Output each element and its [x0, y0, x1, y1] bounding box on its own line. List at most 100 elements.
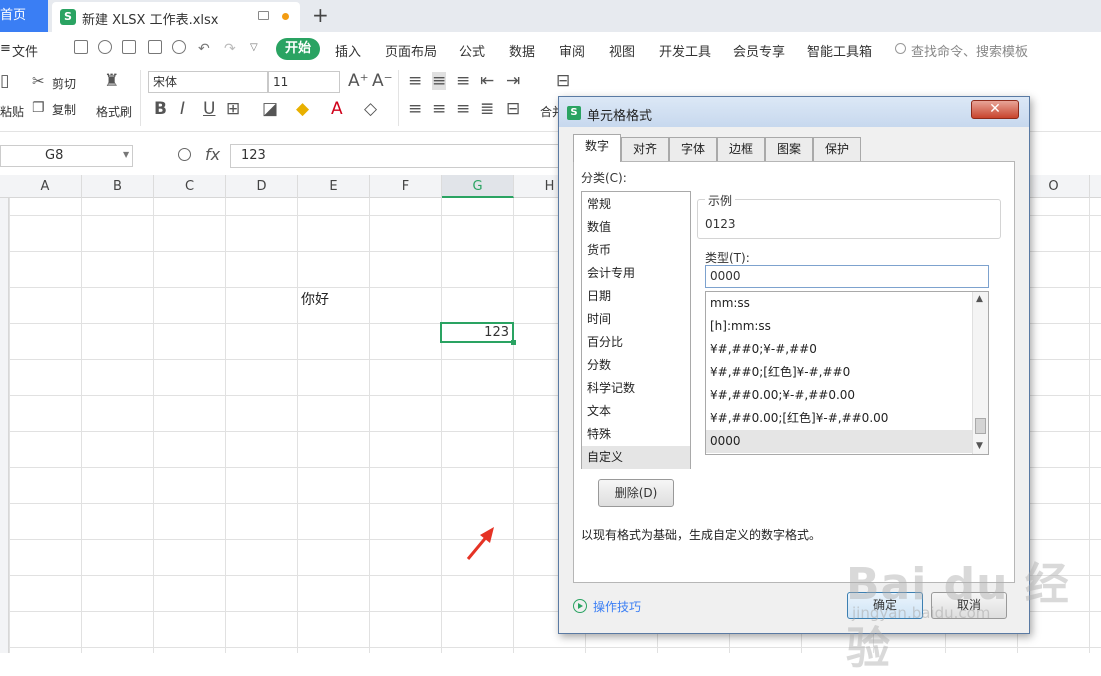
zoom-icon[interactable]: [178, 148, 191, 161]
column-header[interactable]: B: [82, 175, 154, 198]
scroll-up-icon[interactable]: ▲: [976, 294, 983, 304]
align-top-icon[interactable]: ≡: [408, 72, 422, 90]
list-item[interactable]: [h]:mm:ss: [706, 315, 972, 338]
outdent-icon[interactable]: ⇤: [480, 72, 494, 90]
list-item[interactable]: 文本: [582, 400, 690, 423]
tab-pattern[interactable]: 图案: [765, 137, 813, 161]
bold-icon[interactable]: B: [154, 100, 167, 118]
menu-smart-tools[interactable]: 智能工具箱: [807, 41, 872, 60]
list-item[interactable]: 日期: [582, 285, 690, 308]
menu-formulas[interactable]: 公式: [459, 41, 485, 60]
menu-review[interactable]: 审阅: [559, 41, 585, 60]
menu-icon[interactable]: ≡: [0, 41, 11, 56]
border-icon[interactable]: ⊞: [226, 100, 240, 118]
tab-protection[interactable]: 保护: [813, 137, 861, 161]
column-header[interactable]: E: [298, 175, 370, 198]
column-header[interactable]: A: [9, 175, 82, 198]
font-size-select[interactable]: 11: [268, 71, 340, 93]
align-center-icon[interactable]: ≡: [432, 100, 446, 118]
format-painter-button[interactable]: 格式刷: [96, 103, 132, 120]
name-box[interactable]: G8: [0, 145, 133, 167]
align-bottom-icon[interactable]: ≡: [456, 72, 470, 90]
cell-text[interactable]: 你好: [301, 289, 329, 309]
justify-icon[interactable]: ≣: [480, 100, 494, 118]
list-item[interactable]: 分数: [582, 354, 690, 377]
clear-icon[interactable]: ◇: [364, 100, 377, 118]
scrollbar[interactable]: ▲ ▼: [972, 292, 988, 454]
list-item[interactable]: 特殊: [582, 423, 690, 446]
type-input[interactable]: 0000: [705, 265, 989, 288]
new-file-icon[interactable]: [74, 40, 88, 54]
decrease-font-icon[interactable]: A⁻: [372, 72, 393, 90]
monitor-icon[interactable]: [258, 11, 269, 20]
paste-icon[interactable]: ▯: [0, 72, 9, 90]
tab-border[interactable]: 边框: [717, 137, 765, 161]
list-item[interactable]: mm:ss: [706, 292, 972, 315]
list-item[interactable]: 数值: [582, 216, 690, 239]
merge-icon[interactable]: ⊟: [556, 72, 570, 90]
font-color-icon[interactable]: A: [331, 100, 343, 118]
scroll-thumb[interactable]: [975, 418, 986, 434]
fill-color-icon[interactable]: ◆: [296, 100, 309, 118]
undo-icon[interactable]: ↶: [198, 41, 210, 57]
list-item[interactable]: ¥#,##0;¥-#,##0: [706, 338, 972, 361]
list-item-selected[interactable]: 自定义: [582, 446, 690, 469]
list-item[interactable]: 时间: [582, 308, 690, 331]
font-name-select[interactable]: 宋体: [148, 71, 268, 93]
cell-style-icon[interactable]: ◪: [262, 100, 278, 118]
document-tab[interactable]: S 新建 XLSX 工作表.xlsx: [52, 2, 300, 32]
align-right-icon[interactable]: ≡: [456, 100, 470, 118]
menu-developer[interactable]: 开发工具: [659, 41, 711, 60]
print-preview-icon[interactable]: [172, 40, 186, 54]
menu-page-layout[interactable]: 页面布局: [385, 41, 437, 60]
formula-input[interactable]: 123: [230, 144, 560, 168]
new-tab-button[interactable]: +: [312, 4, 329, 26]
column-header-selected[interactable]: G: [442, 175, 514, 198]
active-cell[interactable]: 123: [440, 322, 516, 345]
command-search[interactable]: 查找命令、搜索模板: [911, 41, 1028, 60]
list-item[interactable]: 百分比: [582, 331, 690, 354]
close-button[interactable]: ✕: [971, 100, 1019, 119]
tab-alignment[interactable]: 对齐: [621, 137, 669, 161]
distribute-icon[interactable]: ⊟: [506, 100, 520, 118]
list-item[interactable]: 会计专用: [582, 262, 690, 285]
redo-icon[interactable]: ↷: [224, 41, 236, 57]
menu-member[interactable]: 会员专享: [733, 41, 785, 60]
tab-font[interactable]: 字体: [669, 137, 717, 161]
fx-icon[interactable]: fx: [205, 145, 220, 164]
copy-button[interactable]: 复制: [52, 101, 76, 118]
list-item[interactable]: 货币: [582, 239, 690, 262]
menu-insert[interactable]: 插入: [335, 41, 361, 60]
list-item[interactable]: ¥#,##0.00;[红色]¥-#,##0.00: [706, 407, 972, 430]
list-item[interactable]: 科学记数: [582, 377, 690, 400]
name-box-dropdown-icon[interactable]: ▼: [123, 150, 129, 159]
delete-button[interactable]: 删除(D): [598, 479, 674, 507]
italic-icon[interactable]: I: [180, 100, 185, 118]
align-left-icon[interactable]: ≡: [408, 100, 422, 118]
scroll-down-icon[interactable]: ▼: [976, 441, 983, 451]
align-middle-icon[interactable]: ≡: [432, 72, 447, 90]
menu-view[interactable]: 视图: [609, 41, 635, 60]
menu-start[interactable]: 开始: [276, 38, 320, 60]
list-item[interactable]: 常规: [582, 193, 690, 216]
home-tab[interactable]: 首页: [0, 0, 48, 32]
tips-link[interactable]: 操作技巧: [593, 598, 641, 615]
paste-button[interactable]: 粘贴: [0, 103, 24, 120]
tab-number[interactable]: 数字: [573, 134, 621, 162]
quick-access-dropdown-icon[interactable]: ▽: [250, 42, 258, 53]
column-header[interactable]: D: [226, 175, 298, 198]
underline-icon[interactable]: U: [203, 100, 215, 118]
save-icon[interactable]: [122, 40, 136, 54]
play-icon[interactable]: [573, 599, 587, 613]
list-item[interactable]: ¥#,##0.00;¥-#,##0.00: [706, 384, 972, 407]
list-item[interactable]: ¥#,##0;[红色]¥-#,##0: [706, 361, 972, 384]
column-header[interactable]: C: [154, 175, 226, 198]
menu-file[interactable]: 文件: [12, 41, 38, 60]
list-item-selected[interactable]: 0000: [706, 430, 972, 453]
open-icon[interactable]: [98, 40, 112, 54]
column-header[interactable]: F: [370, 175, 442, 198]
dialog-title-bar[interactable]: S 单元格格式 ✕: [559, 97, 1029, 127]
print-icon[interactable]: [148, 40, 162, 54]
cut-button[interactable]: 剪切: [52, 75, 76, 92]
increase-font-icon[interactable]: A⁺: [348, 72, 369, 90]
